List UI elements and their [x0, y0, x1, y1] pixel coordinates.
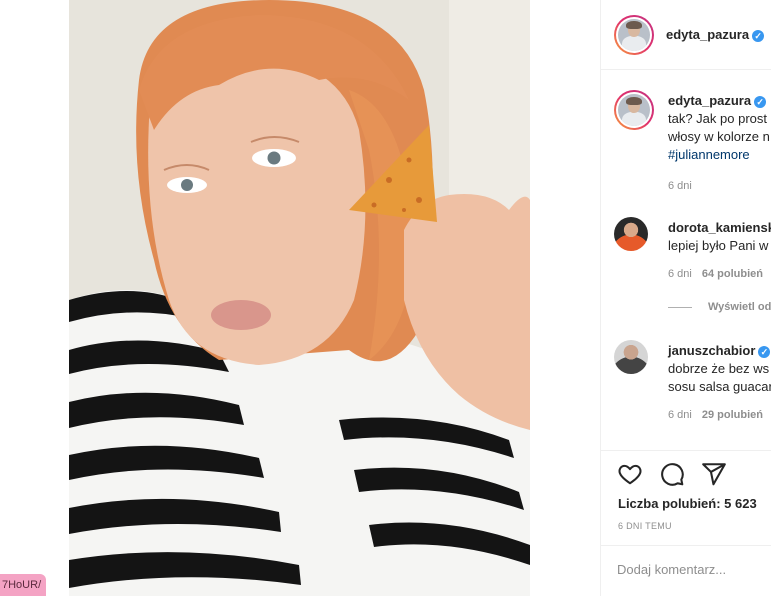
caption-text-line: włosy w kolorze n: [668, 129, 770, 144]
corner-tag[interactable]: 7HoUR/: [0, 574, 46, 596]
caption-author-avatar[interactable]: [614, 90, 654, 130]
comment-meta: 6 dni 64 polubień: [668, 268, 763, 280]
post-time-ago[interactable]: 6 DNI TEMU: [618, 521, 672, 531]
post-photo[interactable]: [69, 0, 530, 596]
heart-icon[interactable]: [617, 461, 643, 487]
comment-time[interactable]: 6 dni: [668, 409, 692, 421]
header-username[interactable]: edyta_pazura ✓: [666, 27, 765, 42]
action-icon-row: [617, 461, 727, 487]
comment-time[interactable]: 6 dni: [668, 268, 692, 280]
verified-badge-icon: ✓: [754, 96, 767, 108]
likes-count[interactable]: Liczba polubień: 5 623: [618, 496, 757, 511]
comment-text: dobrze że bez ws: [668, 361, 770, 376]
post-header: edyta_pazura ✓: [601, 0, 771, 70]
caption-hashtag-link[interactable]: #juliannemore: [668, 146, 771, 164]
author-avatar[interactable]: [614, 14, 654, 55]
selfie-illustration: [69, 0, 530, 596]
verified-badge-icon: ✓: [752, 30, 765, 42]
caption-time[interactable]: 6 dni: [668, 180, 692, 192]
commenter-avatar[interactable]: [614, 217, 648, 251]
comments-list[interactable]: edyta_pazura ✓ tak? Jak po prost włosy w …: [601, 71, 771, 449]
verified-badge-icon: ✓: [758, 346, 771, 358]
caption-text-line: tak? Jak po prost: [668, 111, 767, 126]
comment-likes-count[interactable]: 29 polubień: [702, 409, 763, 421]
comment-text: lepiej było Pani w: [668, 238, 769, 253]
commenter-avatar[interactable]: [614, 340, 648, 374]
post-actions: Liczba polubień: 5 623 6 DNI TEMU: [601, 450, 771, 595]
comment-username[interactable]: januszchabior ✓: [668, 342, 771, 360]
comment-meta: 6 dni 29 polubień: [668, 409, 763, 421]
comment-bubble-icon[interactable]: [659, 461, 685, 487]
comment-text: sosu salsa guacar: [668, 379, 771, 394]
add-comment-bar: [601, 545, 771, 595]
post-side-panel: edyta_pazura ✓ edyta_pazura ✓ tak? Jak p…: [600, 0, 771, 596]
caption-username[interactable]: edyta_pazura ✓: [668, 92, 771, 110]
comment-likes-count[interactable]: 64 polubień: [702, 268, 763, 280]
view-replies-link[interactable]: Wyświetl od: [668, 301, 771, 313]
paper-plane-icon[interactable]: [701, 461, 727, 487]
comment-username[interactable]: dorota_kamiensk: [668, 219, 771, 237]
add-comment-input[interactable]: [617, 558, 767, 580]
instagram-post-view: edyta_pazura ✓ edyta_pazura ✓ tak? Jak p…: [0, 0, 771, 596]
